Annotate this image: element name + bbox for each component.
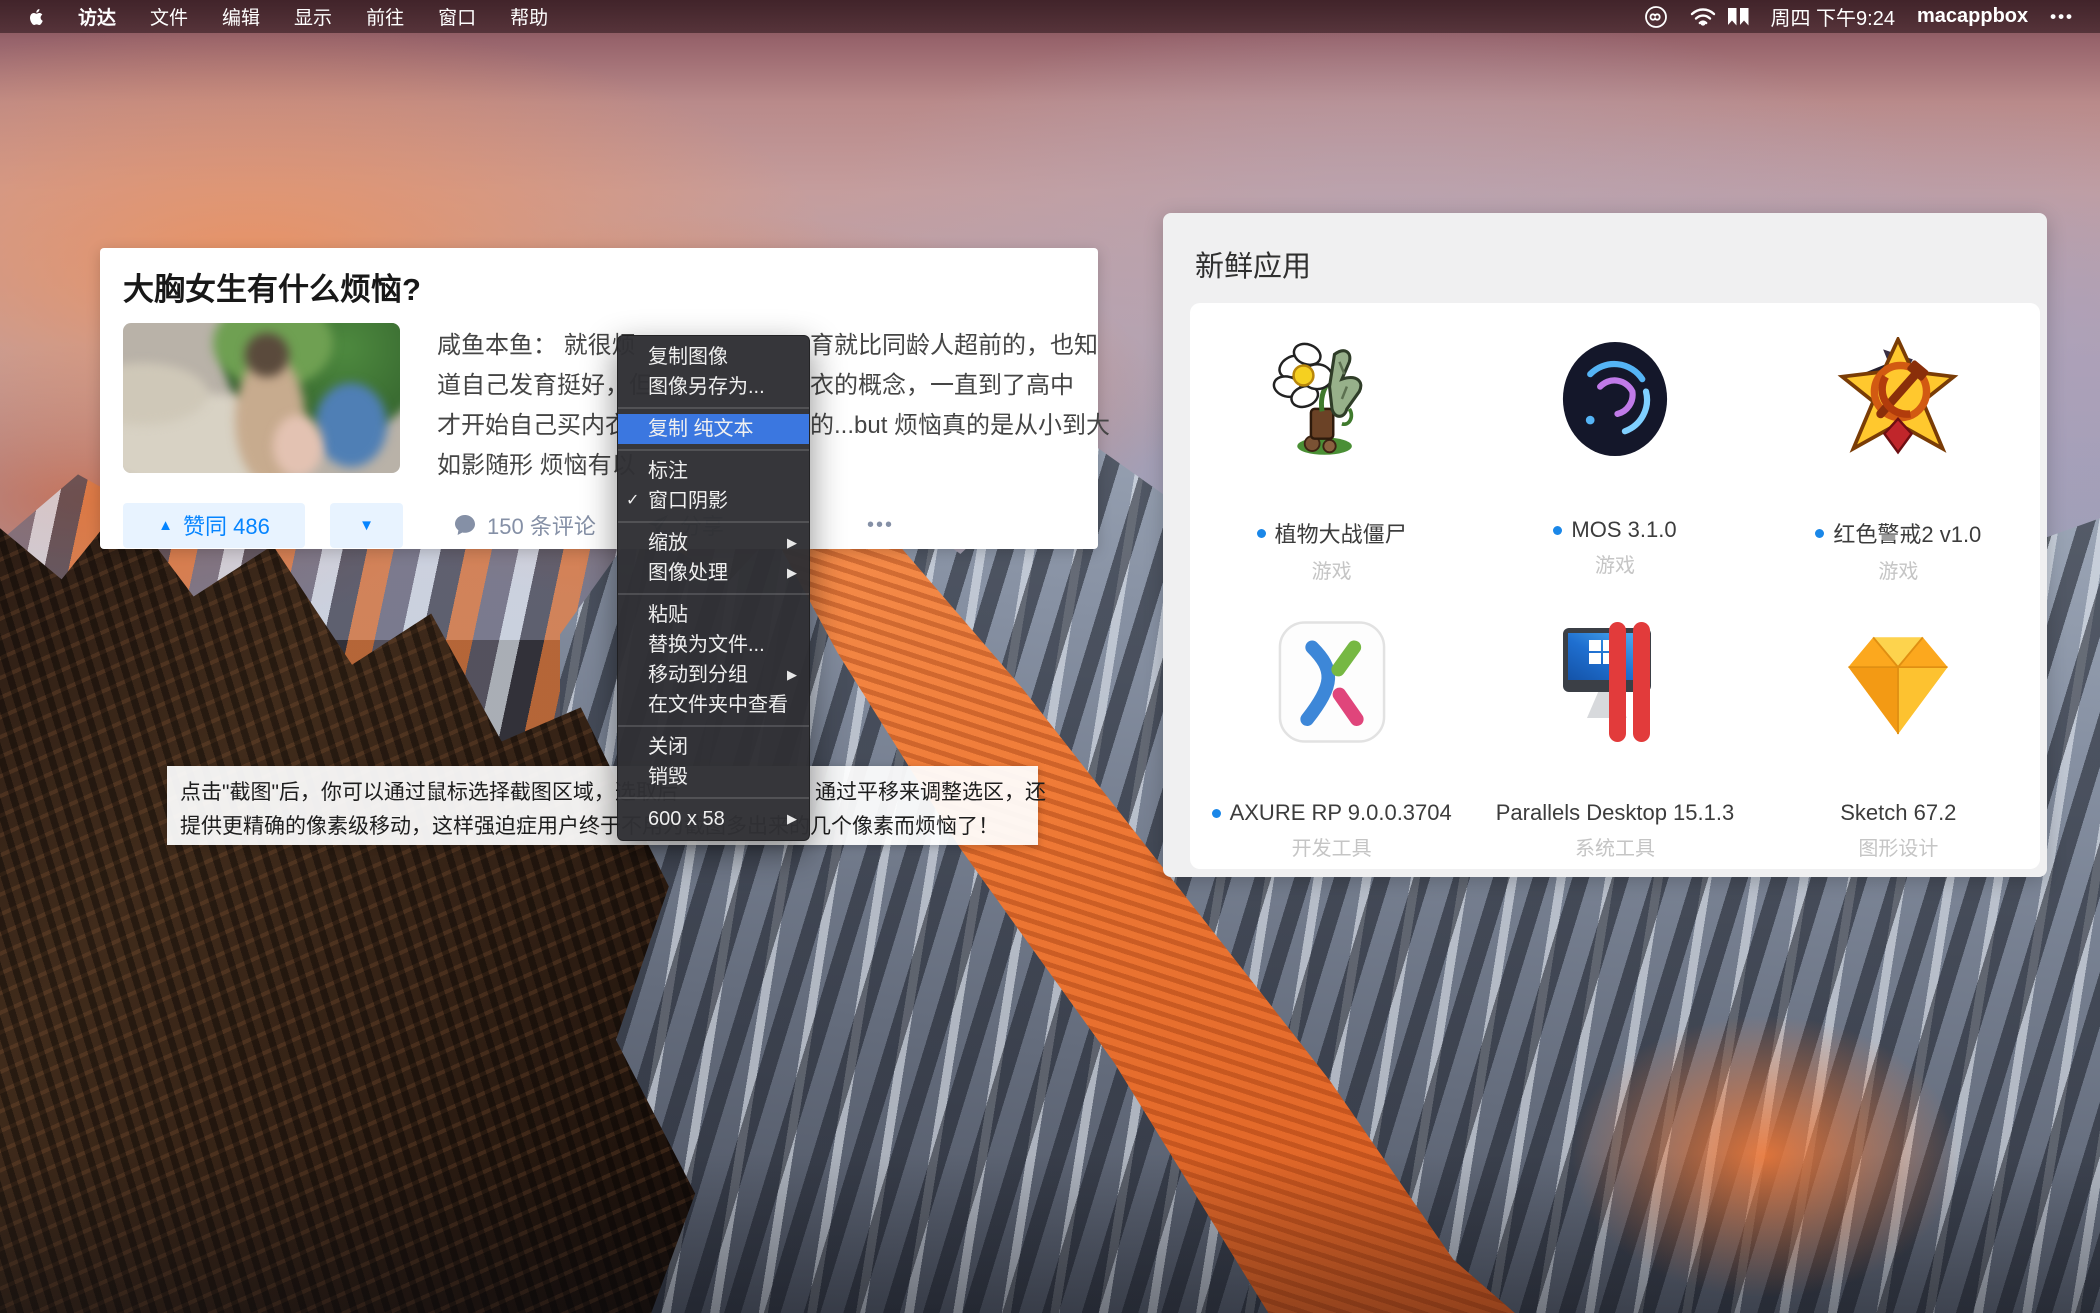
menu-separator: [618, 449, 809, 451]
menu-item-destroy[interactable]: 销毁: [618, 762, 809, 792]
new-dot: [1553, 526, 1562, 535]
more-dots-icon[interactable]: •••: [2050, 7, 2074, 27]
app-category: 游戏: [1312, 555, 1352, 584]
pvz-icon: [1270, 337, 1394, 461]
panel-title: 新鲜应用: [1195, 243, 1311, 285]
creative-cloud-icon[interactable]: [1644, 5, 1668, 29]
app-cell-sketch[interactable]: Sketch 67.2 图形设计: [1757, 586, 2040, 869]
menubar-menu-finder[interactable]: 访达: [78, 3, 116, 30]
context-menu: 复制图像 图像另存为... 复制 纯文本 标注 ✓窗口阴影 缩放▶ 图像处理▶ …: [617, 335, 810, 841]
menu-item-image-processing[interactable]: 图像处理▶: [618, 558, 809, 588]
post-more-button[interactable]: •••: [867, 502, 894, 548]
check-icon: ✓: [626, 486, 639, 516]
comment-icon: [453, 513, 477, 537]
menu-item-window-shadow[interactable]: ✓窗口阴影: [618, 486, 809, 516]
post-action-bar: ▲ 赞同 486 ▼ 150 条评论 分享 •••: [123, 502, 1075, 548]
menubar-left: 访达 文件 编辑 显示 前往 窗口 帮助: [0, 3, 1644, 30]
upvote-icon: ▲: [158, 517, 173, 534]
app-cell-parallels[interactable]: Parallels Desktop 15.1.3 系统工具: [1473, 586, 1756, 869]
menubar-menu-file[interactable]: 文件: [150, 3, 188, 30]
downvote-button[interactable]: ▼: [330, 503, 403, 548]
red-alert-icon: [1836, 337, 1960, 461]
menu-item-zoom[interactable]: 缩放▶: [618, 528, 809, 558]
menu-item-save-image-as[interactable]: 图像另存为...: [618, 372, 809, 402]
app-cell-red-alert[interactable]: 红色警戒2 v1.0 游戏: [1757, 303, 2040, 586]
menubar-menu-view[interactable]: 显示: [294, 3, 332, 30]
menubar-menu-window[interactable]: 窗口: [438, 3, 476, 30]
app-cell-mos[interactable]: MOS 3.1.0 游戏: [1473, 303, 1756, 586]
app-cell-axure[interactable]: AXURE RP 9.0.0.3704 开发工具: [1190, 586, 1473, 869]
menubar-menu-help[interactable]: 帮助: [510, 3, 548, 30]
menubar-menu-go[interactable]: 前往: [366, 3, 404, 30]
app-name: AXURE RP 9.0.0.3704: [1230, 800, 1452, 826]
submenu-arrow-icon: ▶: [787, 528, 797, 558]
menubar-app-name[interactable]: macappbox: [1917, 5, 2028, 28]
app-category: 游戏: [1878, 555, 1918, 584]
menu-item-copy-plain-text[interactable]: 复制 纯文本: [618, 414, 809, 444]
submenu-arrow-icon: ▶: [787, 558, 797, 588]
app-name: 植物大战僵尸: [1275, 517, 1407, 549]
wifi-icon[interactable]: [1690, 6, 1706, 28]
new-dot: [1257, 529, 1266, 538]
app-category: 开发工具: [1292, 832, 1372, 861]
wallpaper-vignette: [0, 1153, 2100, 1313]
app-category: 系统工具: [1575, 832, 1655, 861]
post-thumbnail-image: [123, 323, 400, 473]
app-name: 红色警戒2 v1.0: [1833, 517, 1981, 549]
new-dot: [1815, 529, 1824, 538]
new-dot: [1212, 809, 1221, 818]
mos-icon: [1553, 337, 1677, 461]
app-name: MOS 3.1.0: [1571, 517, 1676, 543]
downvote-icon: ▼: [359, 517, 374, 534]
menu-separator: [618, 797, 809, 799]
app-category: 游戏: [1595, 549, 1635, 578]
tip-banner: 点击"截图"后，你可以通过鼠标选择截图区域，选取后通过平移来调整选区，还 提供更…: [167, 766, 1038, 845]
post-title: 大胸女生有什么烦恼?: [123, 264, 421, 309]
menu-separator: [618, 521, 809, 523]
menu-item-replace-with-file[interactable]: 替换为文件...: [618, 630, 809, 660]
comments-button[interactable]: 150 条评论: [453, 509, 596, 541]
menubar-menu-edit[interactable]: 编辑: [222, 3, 260, 30]
menu-item-close[interactable]: 关闭: [618, 732, 809, 762]
submenu-arrow-icon: ▶: [787, 804, 797, 834]
menu-item-paste[interactable]: 粘贴: [618, 600, 809, 630]
desktop: 访达 文件 编辑 显示 前往 窗口 帮助 周四 下午9:24: [0, 0, 2100, 1313]
app-name: Parallels Desktop 15.1.3: [1496, 800, 1734, 826]
app-cell-pvz[interactable]: 植物大战僵尸 游戏: [1190, 303, 1473, 586]
upvote-button[interactable]: ▲ 赞同 486: [123, 503, 305, 548]
app-name: Sketch 67.2: [1840, 800, 1956, 826]
apple-icon[interactable]: [27, 7, 44, 27]
menu-item-move-to-group[interactable]: 移动到分组▶: [618, 660, 809, 690]
parallels-icon: [1553, 620, 1677, 744]
menu-separator: [618, 407, 809, 409]
post-card: 大胸女生有什么烦恼? 咸鱼本鱼： 就很烦育就比同龄人超前的，也知 道自己发育挺好…: [100, 248, 1098, 549]
sketch-icon: [1836, 620, 1960, 744]
menu-item-copy-image[interactable]: 复制图像: [618, 342, 809, 372]
menu-item-size-600x58[interactable]: 600 x 58▶: [618, 804, 809, 834]
axure-icon: [1270, 620, 1394, 744]
menubar-status-area: 周四 下午9:24 macappbox •••: [1644, 2, 2100, 31]
app-category: 图形设计: [1858, 832, 1938, 861]
menubar: 访达 文件 编辑 显示 前往 窗口 帮助 周四 下午9:24: [0, 0, 2100, 33]
menu-item-annotate[interactable]: 标注: [618, 456, 809, 486]
submenu-arrow-icon: ▶: [787, 660, 797, 690]
menu-separator: [618, 725, 809, 727]
fresh-apps-panel: 新鲜应用: [1163, 213, 2047, 877]
menu-item-show-in-folder[interactable]: 在文件夹中查看: [618, 690, 809, 720]
bookmark-flags-icon[interactable]: [1728, 8, 1749, 26]
apps-grid: 植物大战僵尸 游戏 MOS 3.1.0 游戏: [1190, 303, 2040, 869]
menubar-clock[interactable]: 周四 下午9:24: [1771, 2, 1895, 31]
menu-separator: [618, 593, 809, 595]
